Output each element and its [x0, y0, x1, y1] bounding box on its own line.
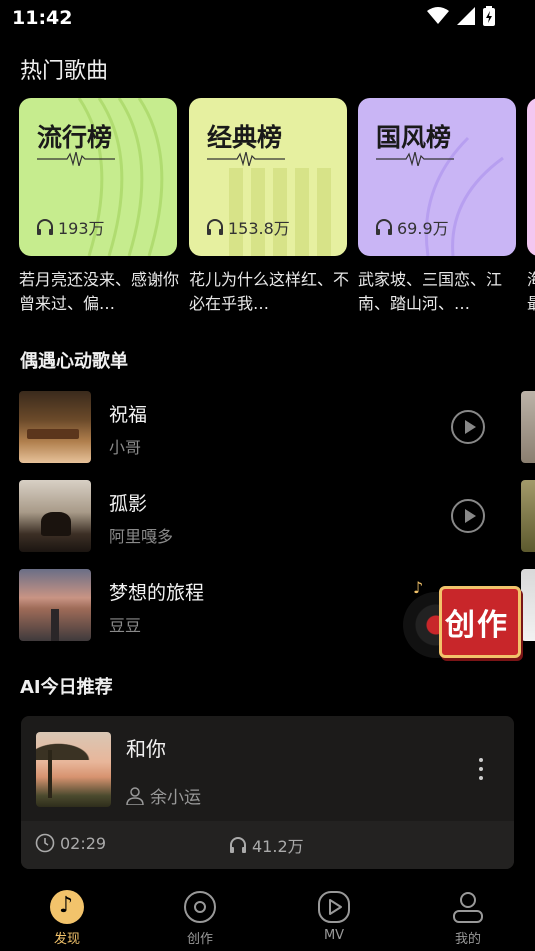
- waveform-icon: [376, 152, 454, 166]
- chart-card-peek[interactable]: [527, 98, 535, 256]
- section-title-hot-songs: 热门歌曲: [20, 59, 109, 84]
- chart-card-guofeng[interactable]: 国风榜 69.9万: [358, 98, 516, 256]
- bottom-nav: ♪ 发现 创作 MV 我的: [0, 880, 535, 951]
- play-count: 153.8万: [228, 219, 290, 238]
- nav-label: 发现: [53, 932, 80, 947]
- status-time: 11:42: [12, 7, 73, 29]
- ai-song-artist: 余小运: [150, 788, 201, 808]
- song-cover-peek[interactable]: [521, 480, 535, 552]
- song-artist: 豆豆: [109, 616, 142, 635]
- headphones-icon: [37, 219, 53, 235]
- song-cover-peek[interactable]: [521, 391, 535, 463]
- chart-card-desc[interactable]: 若月亮还没来、感谢你曾来过、偏…: [19, 268, 179, 316]
- play-count: 193万: [58, 219, 105, 238]
- chart-card-desc[interactable]: 花儿为什么这样红、不必在乎我…: [189, 268, 349, 316]
- headphones-icon: [230, 837, 246, 853]
- song-artist: 阿里嘎多: [109, 527, 174, 546]
- chart-card-title: 国风榜: [376, 123, 452, 152]
- disc-icon: [183, 890, 217, 924]
- create-floating-badge[interactable]: ♪ 创作: [403, 578, 525, 664]
- nav-tab-mine[interactable]: 我的: [428, 890, 508, 947]
- music-note-icon: ♪: [50, 890, 84, 924]
- chart-card-pop[interactable]: 流行榜 193万: [19, 98, 177, 256]
- chart-card-desc[interactable]: 武家坡、三国恋、江南、踏山河、…: [358, 268, 518, 316]
- song-cover[interactable]: [36, 732, 111, 807]
- nav-tab-discover[interactable]: ♪ 发现: [27, 890, 107, 947]
- battery-icon: [483, 6, 495, 26]
- play-button[interactable]: [451, 410, 485, 444]
- more-options-icon[interactable]: [473, 756, 489, 784]
- play-count: 69.9万: [397, 219, 449, 238]
- user-icon: [451, 890, 485, 924]
- ai-song-title[interactable]: 和你: [126, 733, 166, 762]
- waveform-icon: [207, 152, 285, 166]
- status-icons: [427, 6, 495, 26]
- chart-card-title: 流行榜: [37, 123, 113, 152]
- song-cover[interactable]: [19, 569, 91, 641]
- chart-card-desc[interactable]: 海最: [527, 268, 535, 316]
- create-badge-label: 创作: [445, 608, 509, 643]
- ai-card-footer: 02:29 41.2万: [21, 821, 514, 869]
- song-artist: 小哥: [109, 438, 142, 457]
- nav-tab-mv[interactable]: MV: [294, 890, 374, 943]
- song-duration: 02:29: [60, 833, 107, 853]
- nav-label: MV: [323, 928, 345, 943]
- nav-tab-create[interactable]: 创作: [160, 890, 240, 947]
- headphones-icon: [376, 219, 392, 235]
- song-cover[interactable]: [19, 480, 91, 552]
- music-note-icon: ♪: [413, 578, 424, 597]
- play-count: 41.2万: [252, 837, 304, 856]
- waveform-icon: [37, 152, 115, 166]
- section-title-ai: AI今日推荐: [20, 677, 113, 698]
- user-icon: [126, 786, 144, 805]
- clock-icon: [35, 833, 55, 853]
- nav-label: 创作: [186, 932, 213, 947]
- section-title-playlist: 偶遇心动歌单: [20, 351, 128, 372]
- chart-card-title: 经典榜: [207, 123, 283, 152]
- nav-label: 我的: [454, 932, 481, 947]
- headphones-icon: [207, 219, 223, 235]
- ai-recommend-card[interactable]: 和你 余小运 02:29 41.2万: [21, 716, 514, 869]
- song-cover[interactable]: [19, 391, 91, 463]
- wifi-icon: [427, 7, 449, 24]
- play-button[interactable]: [451, 499, 485, 533]
- signal-icon: [457, 7, 475, 25]
- chart-card-row[interactable]: 流行榜 193万 经典榜 153.8万 国风榜 69.9万: [19, 98, 535, 258]
- play-circle-icon: [317, 890, 351, 924]
- song-title[interactable]: 孤影: [109, 489, 147, 516]
- song-title[interactable]: 梦想的旅程: [109, 578, 204, 605]
- song-title[interactable]: 祝福: [109, 400, 147, 427]
- chart-card-classic[interactable]: 经典榜 153.8万: [189, 98, 347, 256]
